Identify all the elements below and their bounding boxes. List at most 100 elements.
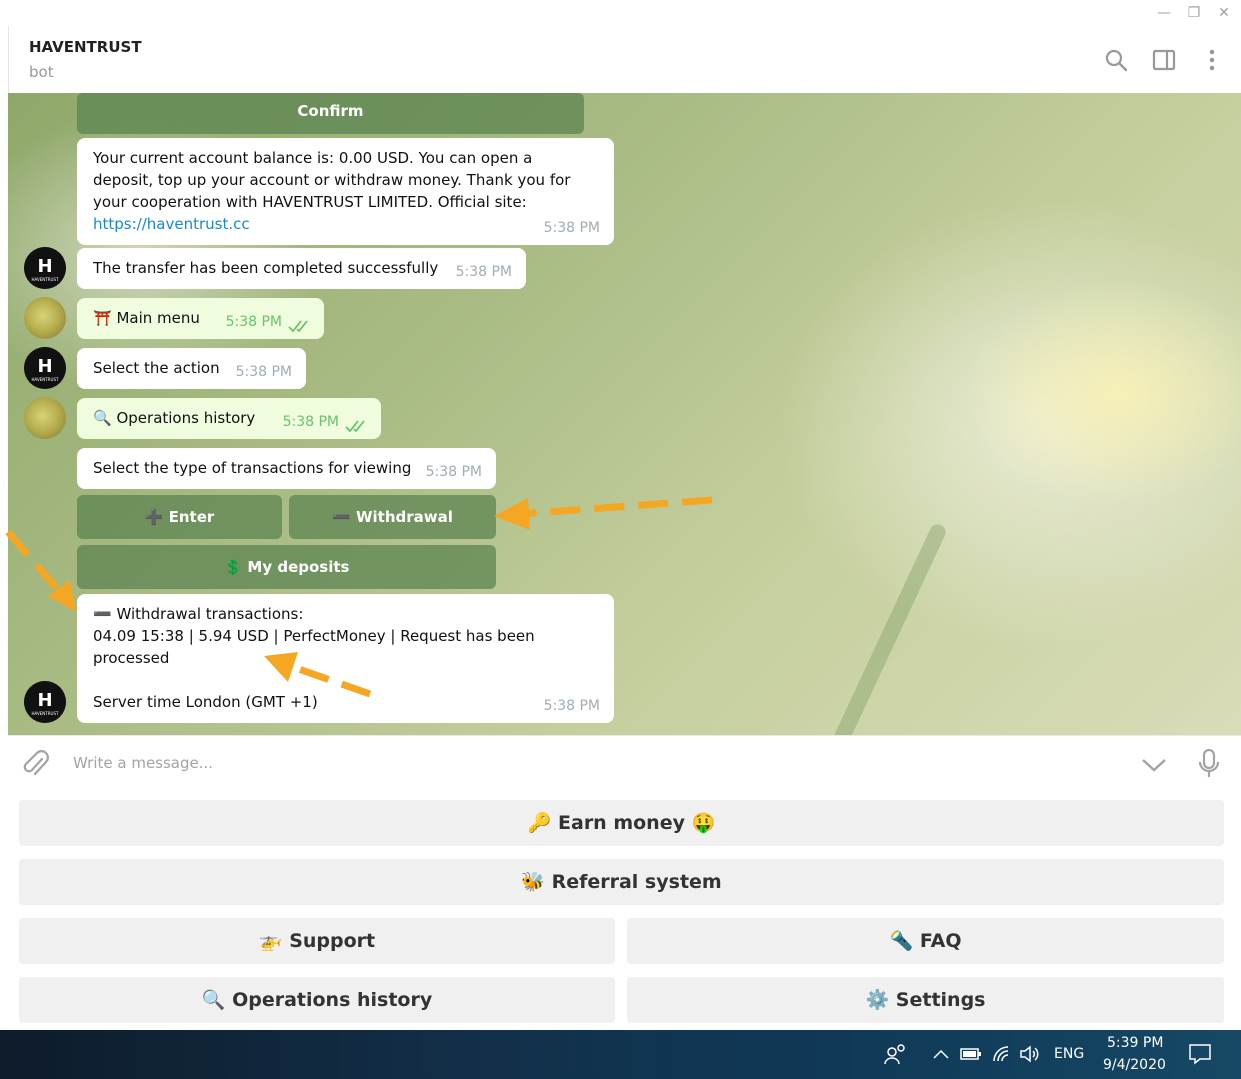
helicopter-icon: 🚁 <box>258 930 283 952</box>
message-composer: Write a message... <box>8 735 1241 793</box>
withdrawal-transactions-message: ➖ Withdrawal transactions: 04.09 15:38 |… <box>77 594 614 723</box>
server-time-text: Server time London (GMT +1) <box>93 693 318 711</box>
withdrawals-header: Withdrawal transactions: <box>116 605 304 623</box>
microphone-icon[interactable] <box>1197 748 1221 780</box>
support-button[interactable]: 🚁 Support <box>19 918 615 964</box>
bot-avatar[interactable]: H HAVENTRUST <box>24 347 66 389</box>
chat-status: bot <box>29 63 54 81</box>
main-menu-message: ⛩️ Main menu 5:38 PM <box>77 298 324 339</box>
balance-text: Your current account balance is: 0.00 US… <box>93 149 571 211</box>
transfer-text: The transfer has been completed successf… <box>93 259 439 277</box>
haventrust-logo-icon: H HAVENTRUST <box>24 247 66 289</box>
settings-button[interactable]: ⚙️ Settings <box>627 977 1224 1023</box>
support-label: Support <box>289 930 376 952</box>
dollar-icon: 💲 <box>223 558 243 576</box>
message-time: 5:38 PM <box>225 314 282 330</box>
chevron-up-icon[interactable] <box>932 1048 950 1060</box>
sidebar-toggle-icon[interactable] <box>1151 47 1177 73</box>
transaction-status: processed <box>93 649 170 667</box>
enter-button[interactable]: ➕ Enter <box>77 495 282 539</box>
confirm-button[interactable]: Confirm <box>77 93 584 134</box>
magnifier-icon: 🔍 <box>93 409 112 427</box>
wallpaper-stem <box>823 521 949 735</box>
my-deposits-button[interactable]: 💲 My deposits <box>77 545 496 589</box>
message-time: 5:38 PM <box>425 464 482 480</box>
plus-icon: ➕ <box>144 508 164 526</box>
key-icon: 🔑 <box>527 812 552 834</box>
double-check-icon <box>345 420 365 433</box>
referral-system-label: Referral system <box>551 871 722 893</box>
wifi-icon[interactable] <box>991 1044 1013 1064</box>
svg-text:H: H <box>37 690 52 711</box>
restore-button[interactable]: ❐ <box>1183 3 1205 23</box>
bee-icon: 🐝 <box>521 871 545 893</box>
double-check-icon <box>288 320 308 333</box>
svg-text:H: H <box>37 256 52 277</box>
faq-label: FAQ <box>919 930 962 952</box>
message-time: 5:38 PM <box>543 698 600 714</box>
magnifier-icon: 🔍 <box>201 989 226 1011</box>
torii-icon: ⛩️ <box>93 309 112 327</box>
svg-text:HAVENTRUST: HAVENTRUST <box>32 377 59 382</box>
withdrawal-button[interactable]: ➖ Withdrawal <box>289 495 496 539</box>
gear-icon: ⚙️ <box>865 989 890 1011</box>
official-site-link[interactable]: https://haventrust.cc <box>93 215 250 233</box>
language-indicator[interactable]: ENG <box>1054 1046 1084 1062</box>
chevron-down-icon[interactable] <box>1141 756 1167 774</box>
paperclip-icon[interactable] <box>22 750 50 780</box>
close-button[interactable]: ✕ <box>1213 3 1235 23</box>
message-time: 5:38 PM <box>282 414 339 430</box>
select-type-text: Select the type of transactions for view… <box>93 459 412 477</box>
svg-text:HAVENTRUST: HAVENTRUST <box>32 711 59 716</box>
user-avatar[interactable] <box>24 297 66 339</box>
volume-icon[interactable] <box>1019 1045 1041 1063</box>
referral-system-button[interactable]: 🐝 Referral system <box>19 859 1224 905</box>
earn-money-label: Earn money <box>558 812 685 834</box>
message-time: 5:38 PM <box>543 220 600 236</box>
clock-date[interactable]: 9/4/2020 <box>1103 1057 1166 1073</box>
bot-avatar[interactable]: H HAVENTRUST <box>24 681 66 723</box>
minus-icon: ➖ <box>332 508 351 526</box>
operations-history-text: Operations history <box>116 409 256 427</box>
main-menu-text: Main menu <box>116 309 200 327</box>
chat-history[interactable]: Confirm Your current account balance is:… <box>8 93 1241 735</box>
search-icon[interactable] <box>1103 47 1129 73</box>
haventrust-logo-icon: H HAVENTRUST <box>24 347 66 389</box>
message-time: 5:38 PM <box>235 364 292 380</box>
flashlight-icon: 🔦 <box>889 930 914 952</box>
balance-message: Your current account balance is: 0.00 US… <box>77 138 614 245</box>
operations-history-button[interactable]: 🔍 Operations history <box>19 977 615 1023</box>
money-face-icon: 🤑 <box>691 812 716 834</box>
svg-text:HAVENTRUST: HAVENTRUST <box>32 277 59 282</box>
chat-title[interactable]: HAVENTRUST <box>29 38 142 56</box>
my-deposits-label: My deposits <box>247 558 350 576</box>
select-type-message: Select the type of transactions for view… <box>77 448 496 489</box>
transfer-message: The transfer has been completed successf… <box>77 248 526 289</box>
chat-header: HAVENTRUST bot <box>8 26 1241 93</box>
operations-history-label: Operations history <box>232 989 433 1011</box>
message-time: 5:38 PM <box>455 264 512 280</box>
settings-label: Settings <box>895 989 986 1011</box>
more-menu-icon[interactable] <box>1199 47 1225 73</box>
transaction-line: 04.09 15:38 | 5.94 USD | PerfectMoney | … <box>93 627 535 645</box>
people-icon[interactable] <box>884 1043 908 1065</box>
notifications-icon[interactable] <box>1188 1043 1212 1065</box>
faq-button[interactable]: 🔦 FAQ <box>627 918 1224 964</box>
bot-avatar[interactable]: H HAVENTRUST <box>24 247 66 289</box>
earn-money-button[interactable]: 🔑 Earn money 🤑 <box>19 800 1224 846</box>
clock-time[interactable]: 5:39 PM <box>1107 1035 1163 1051</box>
battery-icon[interactable] <box>960 1046 982 1062</box>
haventrust-logo-icon: H HAVENTRUST <box>24 681 66 723</box>
withdrawal-label: Withdrawal <box>356 508 453 526</box>
operations-history-message: 🔍 Operations history 5:38 PM <box>77 398 381 439</box>
window-titlebar: — ❐ ✕ <box>0 0 1241 26</box>
minimize-button[interactable]: — <box>1153 3 1175 23</box>
windows-taskbar: ENG 5:39 PM 9/4/2020 <box>0 1030 1241 1079</box>
message-input[interactable]: Write a message... <box>73 754 213 772</box>
select-action-message: Select the action 5:38 PM <box>77 348 306 389</box>
enter-label: Enter <box>168 508 215 526</box>
user-avatar[interactable] <box>24 397 66 439</box>
select-action-text: Select the action <box>93 359 220 377</box>
minus-icon: ➖ <box>93 605 112 623</box>
svg-text:H: H <box>37 356 52 377</box>
